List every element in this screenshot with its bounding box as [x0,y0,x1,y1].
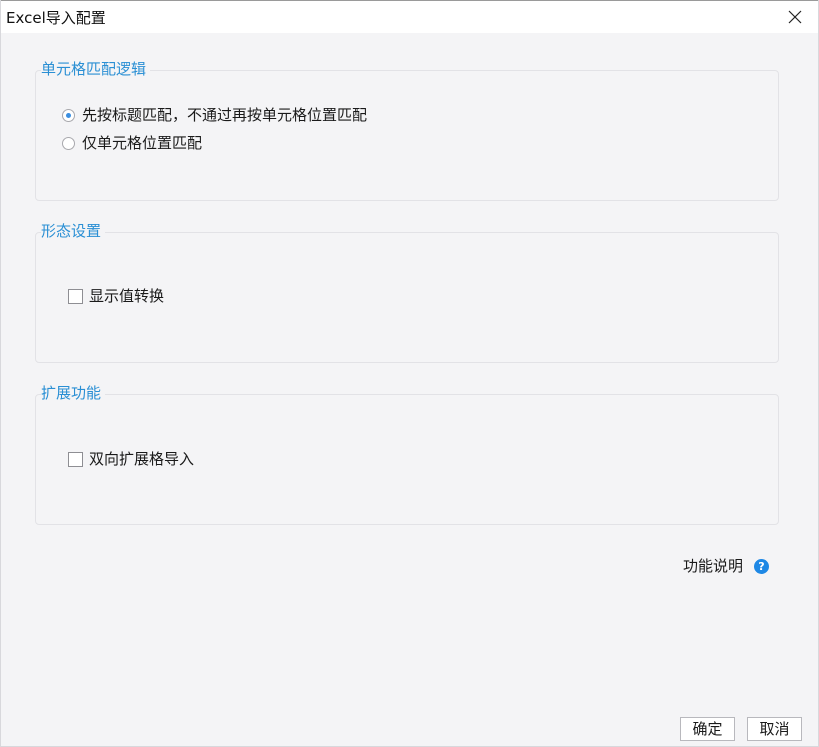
close-button[interactable] [772,1,818,33]
title-bar: Excel导入配置 [1,0,818,33]
radio-match-by-position-only[interactable]: 仅单元格位置匹配 [62,133,202,153]
radio-label: 先按标题匹配，不通过再按单元格位置匹配 [82,106,368,124]
cell-match-legend: 单元格匹配逻辑 [41,59,151,79]
help-label: 功能说明 [682,557,743,575]
checkbox-display-value-convert[interactable]: 显示值转换 [68,286,164,306]
radio-match-by-title-then-position[interactable]: 先按标题匹配，不通过再按单元格位置匹配 [62,105,367,125]
checkbox-label: 显示值转换 [89,287,165,305]
checkbox-label: 双向扩展格导入 [89,450,195,468]
help-link[interactable]: 功能说明 ? [683,556,769,576]
checkbox[interactable] [68,288,83,304]
extension-legend: 扩展功能 [41,383,106,403]
ok-button[interactable]: 确定 [680,717,735,741]
radio-label: 仅单元格位置匹配 [82,134,203,152]
checkbox[interactable] [68,451,83,467]
radio-button[interactable] [62,136,75,150]
help-icon[interactable]: ? [754,558,769,574]
radio-button-checked[interactable] [62,108,75,122]
checkbox-bidirectional-expand-import[interactable]: 双向扩展格导入 [68,449,194,469]
window-title: Excel导入配置 [6,9,106,27]
cancel-button[interactable]: 取消 [747,717,802,741]
excel-import-config-dialog: Excel导入配置 单元格匹配逻辑 先按标题匹配，不通过再按单元格位置匹配 仅单… [0,0,819,747]
display-settings-legend: 形态设置 [41,221,106,241]
close-icon [788,10,802,24]
